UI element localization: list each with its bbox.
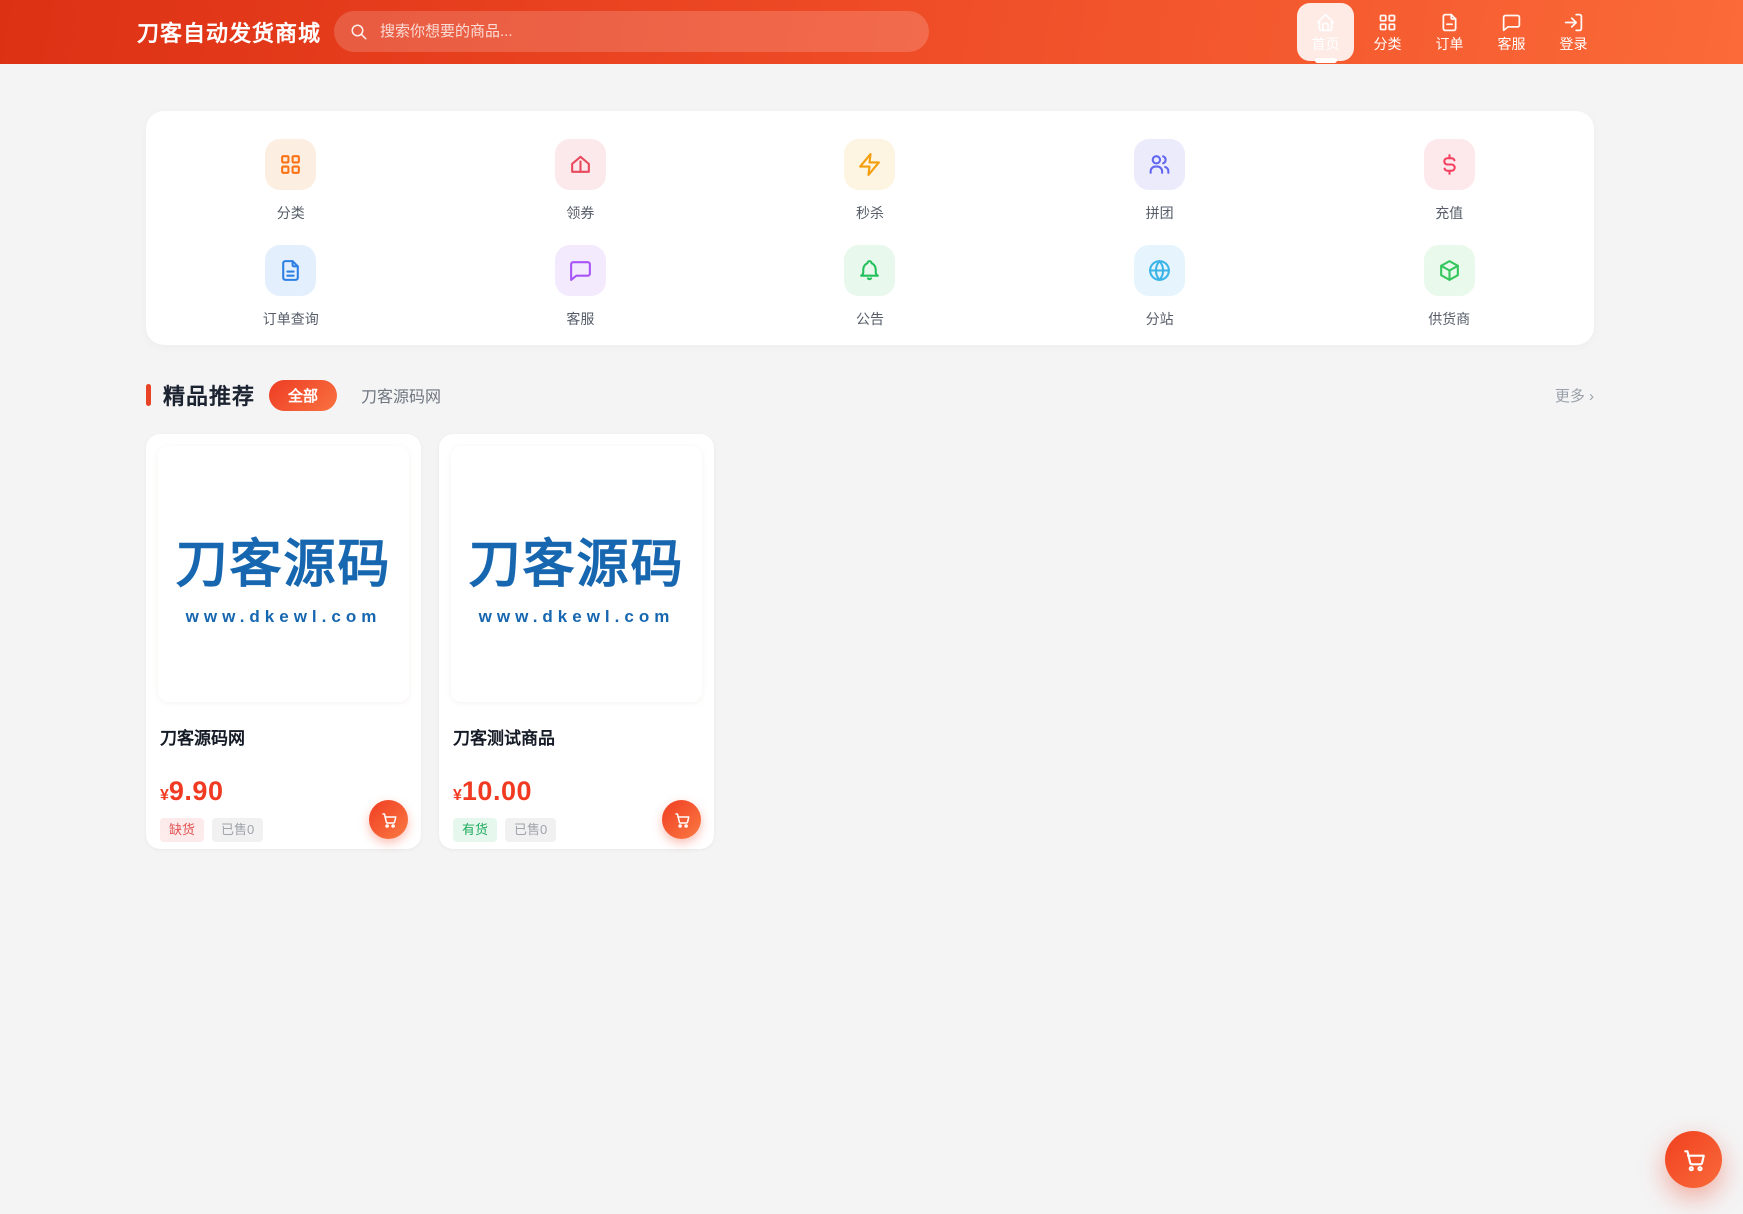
coupon-icon xyxy=(554,139,606,190)
sold-badge: 已售0 xyxy=(212,818,264,842)
product-title: 刀客测试商品 xyxy=(453,729,555,748)
cart-icon xyxy=(380,811,398,829)
search-input[interactable] xyxy=(378,22,913,41)
product-card-1[interactable]: 刀客源码 www.dkewl.com 刀客源码网 ¥ 9.90 缺货 已售0 xyxy=(146,434,421,849)
services-card: 分类 领券 秒杀 拼团 充值 订单查询 客服 公告 分站 供货商 xyxy=(146,111,1594,345)
currency-symbol: ¥ xyxy=(160,787,169,804)
globe-icon xyxy=(1134,245,1186,296)
login-icon xyxy=(1563,12,1584,33)
home-icon xyxy=(1315,12,1336,33)
service-label: 拼团 xyxy=(1145,205,1174,221)
chat-icon xyxy=(554,245,606,296)
service-label: 分类 xyxy=(276,205,305,221)
search-icon xyxy=(350,23,368,41)
service-label: 充值 xyxy=(1435,205,1464,221)
product-image: 刀客源码 www.dkewl.com xyxy=(451,446,702,702)
site-logo[interactable]: 刀客自动发货商城 xyxy=(137,0,321,64)
service-label: 供货商 xyxy=(1428,311,1471,327)
service-item-substation[interactable]: 分站 xyxy=(1015,245,1305,329)
service-item-supplier[interactable]: 供货商 xyxy=(1304,245,1594,329)
service-item-categories[interactable]: 分类 xyxy=(146,139,436,223)
dollar-icon xyxy=(1423,139,1475,190)
nav-label: 订单 xyxy=(1435,36,1464,52)
service-item-coupons[interactable]: 领券 xyxy=(436,139,726,223)
stock-badge: 缺货 xyxy=(160,818,205,842)
product-card-2[interactable]: 刀客源码 www.dkewl.com 刀客测试商品 ¥ 10.00 有货 已售0 xyxy=(439,434,714,849)
service-label: 分站 xyxy=(1145,311,1174,327)
cart-icon xyxy=(673,811,691,829)
section-title: 精品推荐 xyxy=(163,384,256,409)
add-to-cart-button[interactable] xyxy=(662,800,701,839)
product-image-url: www.dkewl.com xyxy=(478,606,675,626)
stock-badge: 有货 xyxy=(453,818,498,842)
service-label: 公告 xyxy=(855,311,884,327)
product-image-url: www.dkewl.com xyxy=(185,606,382,626)
nav-item-home[interactable]: 首页 xyxy=(1297,3,1354,63)
service-label: 客服 xyxy=(566,311,595,327)
tab-dkyuanmawang[interactable]: 刀客源码网 xyxy=(361,383,441,407)
floating-cart-button[interactable] xyxy=(1665,1131,1722,1188)
users-icon xyxy=(1134,139,1186,190)
featured-section-header: 精品推荐 全部 刀客源码网 更多 › xyxy=(146,377,1594,413)
section-accent-bar xyxy=(146,384,151,406)
service-item-order-lookup[interactable]: 订单查询 xyxy=(146,245,436,329)
main-nav: 首页 分类 订单 客服 登录 xyxy=(1297,0,1602,64)
price-value: 10.00 xyxy=(461,776,532,806)
product-title: 刀客源码网 xyxy=(160,729,245,748)
nav-label: 分类 xyxy=(1373,36,1402,52)
grid-icon xyxy=(1377,12,1398,33)
service-label: 领券 xyxy=(566,205,595,221)
sold-badge: 已售0 xyxy=(505,818,557,842)
bolt-icon xyxy=(844,139,896,190)
nav-label: 首页 xyxy=(1311,36,1340,52)
nav-item-support[interactable]: 客服 xyxy=(1483,3,1540,61)
bell-icon xyxy=(844,245,896,296)
nav-label: 客服 xyxy=(1497,36,1526,52)
grid-icon xyxy=(265,139,317,190)
nav-label: 登录 xyxy=(1559,36,1588,52)
add-to-cart-button[interactable] xyxy=(369,800,408,839)
document-icon xyxy=(265,245,317,296)
service-label: 订单查询 xyxy=(262,311,319,327)
service-item-announcements[interactable]: 公告 xyxy=(725,245,1015,329)
nav-item-orders[interactable]: 订单 xyxy=(1421,3,1478,61)
service-item-group-buy[interactable]: 拼团 xyxy=(1015,139,1305,223)
cube-icon xyxy=(1423,245,1475,296)
tab-all[interactable]: 全部 xyxy=(269,379,338,411)
site-header: 刀客自动发货商城 首页 分类 订单 xyxy=(0,0,1743,64)
search-bar[interactable] xyxy=(334,11,929,52)
more-link[interactable]: 更多 › xyxy=(1555,385,1594,406)
product-image-logo: 刀客源码 xyxy=(468,535,685,594)
order-icon xyxy=(1439,12,1460,33)
service-label: 秒杀 xyxy=(855,205,884,221)
currency-symbol: ¥ xyxy=(453,787,462,804)
product-image-logo: 刀客源码 xyxy=(175,535,392,594)
nav-item-categories[interactable]: 分类 xyxy=(1359,3,1416,61)
price-value: 9.90 xyxy=(168,776,224,806)
cart-icon xyxy=(1681,1147,1707,1173)
service-item-recharge[interactable]: 充值 xyxy=(1304,139,1594,223)
service-item-support[interactable]: 客服 xyxy=(436,245,726,329)
product-price: ¥ 9.90 xyxy=(160,776,407,807)
product-price: ¥ 10.00 xyxy=(453,776,700,807)
service-item-flash-sale[interactable]: 秒杀 xyxy=(725,139,1015,223)
product-image: 刀客源码 www.dkewl.com xyxy=(158,446,409,702)
chat-icon xyxy=(1501,12,1522,33)
active-indicator xyxy=(1314,58,1337,63)
nav-item-login[interactable]: 登录 xyxy=(1545,3,1602,61)
product-grid: 刀客源码 www.dkewl.com 刀客源码网 ¥ 9.90 缺货 已售0 刀… xyxy=(146,434,714,849)
